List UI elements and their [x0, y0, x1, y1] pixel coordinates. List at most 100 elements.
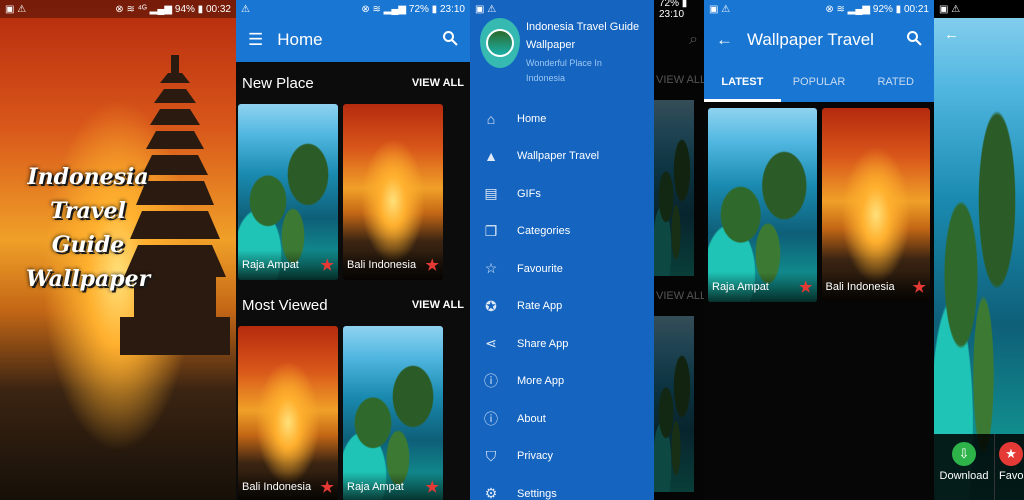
app-name-line-2: Wallpaper	[526, 39, 576, 51]
menu-icon[interactable]: ☰	[248, 30, 263, 50]
splash-title-line-3: Wallpaper	[25, 266, 151, 292]
drawer-item-about[interactable]: ⓘ About	[470, 400, 654, 438]
card-label: Bali Indonesia	[242, 481, 312, 493]
app-tagline: Wonderful Place In	[526, 58, 602, 68]
status-right: ⊗ ≋ ⁴ᴳ ▂▄▆ 94% ▮ 00:32	[115, 3, 231, 15]
card-label: Bali Indonesia	[347, 259, 417, 271]
tab-rated[interactable]: RATED	[857, 62, 934, 102]
drawer-item-more-app[interactable]: ⓘ More App	[470, 363, 654, 401]
drawer-item-label: Privacy	[517, 450, 554, 463]
favourite-star-icon[interactable]: ★	[799, 278, 812, 296]
drawer-item-home[interactable]: ⌂ Home	[470, 100, 654, 138]
status-bar: ⚠ ⊗ ≋ ▂▄▆ 72% ▮ 23:10	[236, 0, 470, 18]
back-arrow-icon[interactable]: ←	[716, 30, 733, 50]
card-grid: Raja Ampat ★ Bali Indonesia ★	[704, 102, 934, 302]
page-title: Wallpaper Travel	[747, 30, 874, 49]
search-icon: ⌕	[689, 31, 698, 48]
status-left: ▣ ⚠	[475, 3, 497, 15]
wallpaper-card	[654, 316, 694, 492]
favourite-button[interactable]: ★ Favou	[994, 434, 1024, 500]
status-right: 72% ▮ 23:10	[659, 0, 688, 20]
drawer-item-wallpaper-travel[interactable]: ▲ Wallpaper Travel	[470, 138, 654, 176]
app-name: Indonesia Travel Guide	[526, 21, 640, 33]
drawer-item-favourite[interactable]: ☆ Favourite	[470, 250, 654, 288]
card-label: Bali Indonesia	[825, 281, 895, 293]
share-icon: ⋖	[485, 335, 497, 352]
wallpaper-header: ▣ ⚠ ⊗ ≋ ▂▄▆ 92% ▮ 00:21 ← Wallpaper Trav…	[704, 0, 934, 102]
favourite-star-icon[interactable]: ★	[426, 256, 439, 274]
status-bar: ▣ ⚠	[934, 0, 1024, 18]
drawer-item-label: Favourite	[517, 262, 563, 275]
splash-title: Indonesia Travel Guide Wallpaper	[18, 160, 158, 296]
favourite-star-icon[interactable]: ★	[913, 278, 926, 296]
search-icon[interactable]	[442, 30, 458, 51]
wallpaper-card[interactable]: Raja Ampat ★	[343, 326, 443, 500]
navigation-drawer: ▣ ⚠ Indonesia Travel Guide Wallpaper Won…	[470, 0, 654, 500]
status-left: ⚠	[241, 3, 250, 15]
home-icon: ⌂	[486, 110, 496, 127]
drawer-item-label: Rate App	[517, 300, 563, 313]
drawer-item-categories[interactable]: ❐ Categories	[470, 213, 654, 251]
drawer-item-privacy[interactable]: ⛉ Privacy	[470, 438, 654, 476]
app-logo	[480, 18, 520, 68]
privacy-icon: ⛉	[485, 447, 497, 464]
status-left: ▣ ⚠	[5, 3, 27, 15]
section-header-new-place: New Place VIEW ALL	[236, 62, 470, 104]
home-header: ⚠ ⊗ ≋ ▂▄▆ 72% ▮ 23:10 ☰ Home	[236, 0, 470, 62]
status-right: ⊗ ≋ ▂▄▆ 92% ▮ 00:21	[825, 3, 929, 15]
wallpaper-card[interactable]: Raja Ampat ★	[708, 108, 817, 302]
view-all-link[interactable]: VIEW ALL	[412, 299, 464, 311]
section-title: Most Viewed	[242, 296, 328, 314]
tab-latest[interactable]: LATEST	[704, 62, 781, 102]
tab-popular[interactable]: POPULAR	[781, 62, 858, 102]
view-all-link: VIEW ALL	[656, 290, 707, 302]
tab-bar: LATEST POPULAR RATED	[704, 62, 934, 102]
drawer-item-gifs[interactable]: ▤ GIFs	[470, 175, 654, 213]
card-grid: Raja Ampat ★ Bali Indonesia ★	[236, 104, 470, 280]
section-title: New Place	[242, 74, 314, 92]
drawer-item-label: Wallpaper Travel	[517, 150, 600, 163]
info-icon: ⓘ	[484, 373, 498, 390]
rate-icon: ✪	[485, 297, 497, 314]
drawer-item-share-app[interactable]: ⋖ Share App	[470, 325, 654, 363]
card-label: Raja Ampat	[347, 481, 404, 493]
drawer-item-settings[interactable]: ⚙ Settings	[470, 475, 654, 500]
drawer-item-label: Share App	[517, 337, 569, 350]
wallpaper-card[interactable]: Bali Indonesia ★	[343, 104, 443, 280]
favourite-star-icon[interactable]: ★	[426, 478, 439, 496]
search-icon[interactable]	[906, 30, 922, 51]
settings-icon: ⚙	[484, 485, 498, 500]
favourite-star-icon[interactable]: ★	[321, 478, 334, 496]
drawer-item-label: Home	[517, 112, 547, 125]
home-screen: ⚠ ⊗ ≋ ▂▄▆ 72% ▮ 23:10 ☰ Home New Place V…	[236, 0, 470, 500]
wallpaper-card	[654, 100, 694, 276]
card-label: Raja Ampat	[242, 259, 299, 271]
wallpaper-preview	[934, 0, 1024, 500]
download-button[interactable]: ⇩ Download	[934, 434, 994, 500]
view-all-link[interactable]: VIEW ALL	[412, 77, 464, 89]
favourite-label: Favou	[999, 470, 1024, 482]
wallpaper-card[interactable]: Bali Indonesia ★	[821, 108, 930, 302]
app-bar: ← Wallpaper Travel	[704, 18, 934, 62]
app-tagline-line-2: Indonesia	[526, 73, 566, 83]
drawer-item-label: GIFs	[517, 187, 541, 200]
image-icon: ▲	[484, 148, 498, 165]
drawer-item-label: About	[517, 412, 546, 425]
star-icon: ☆	[484, 260, 498, 277]
back-arrow-icon[interactable]: ←	[944, 26, 959, 43]
status-right: ⊗ ≋ ▂▄▆ 72% ▮ 23:10	[361, 3, 465, 15]
drawer-item-rate-app[interactable]: ✪ Rate App	[470, 288, 654, 326]
favourite-star-icon[interactable]: ★	[321, 256, 334, 274]
status-bar: ▣ ⚠	[470, 0, 654, 18]
wallpaper-card[interactable]: Raja Ampat ★	[238, 104, 338, 280]
wallpaper-viewer-screen: ▣ ⚠ ← ⇩ Download ★ Favou	[934, 0, 1024, 500]
drawer-item-label: Settings	[517, 487, 557, 500]
status-bar: 72% ▮ 23:10	[654, 0, 710, 20]
wallpaper-card[interactable]: Bali Indonesia ★	[238, 326, 338, 500]
status-left: ▣ ⚠	[939, 3, 961, 15]
dimmed-content: 72% ▮ 23:10 ⌕ VIEW ALL VIEW ALL	[654, 0, 710, 500]
drawer-item-label: Categories	[517, 225, 571, 238]
download-icon: ⇩	[952, 442, 976, 466]
download-label: Download	[939, 470, 989, 482]
section-header-most-viewed: Most Viewed VIEW ALL	[236, 284, 470, 326]
